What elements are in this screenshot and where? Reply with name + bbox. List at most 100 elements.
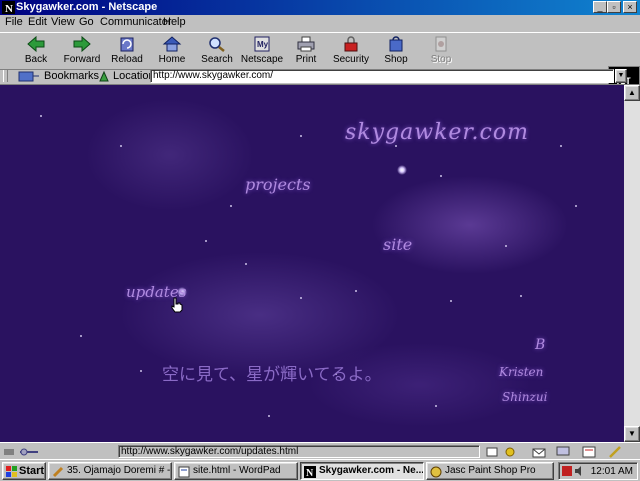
menu-file[interactable]: File	[5, 16, 23, 29]
star	[440, 175, 442, 177]
back-button[interactable]: Back	[13, 35, 59, 67]
star	[395, 145, 397, 147]
tray-app-icon[interactable]	[562, 466, 572, 476]
url-input[interactable]: http://www.skygawker.com/	[150, 69, 614, 83]
shop-button[interactable]: Shop	[373, 35, 419, 67]
bright-star	[397, 165, 407, 175]
security-button[interactable]: Security	[328, 35, 374, 67]
paint-shop-pro-icon	[430, 466, 442, 478]
task-wordpad[interactable]: site.html - WordPad	[174, 462, 298, 480]
star	[205, 240, 207, 242]
security-key-icon[interactable]	[18, 446, 40, 458]
task-label: site.html - WordPad	[193, 465, 281, 476]
hand-cursor-icon	[171, 297, 183, 313]
netscape-button[interactable]: My Netscape	[239, 35, 285, 67]
star	[40, 115, 42, 117]
back-label: Back	[24, 54, 48, 65]
task-paintshop[interactable]: Jasc Paint Shop Pro	[426, 462, 554, 480]
signature-surname: Shinzui	[502, 390, 548, 404]
vertical-scrollbar[interactable]: ▲ ▼	[624, 85, 640, 442]
component-navigator-icon[interactable]	[503, 446, 517, 458]
home-icon	[162, 36, 182, 52]
site-title: skygawker.com	[345, 120, 529, 145]
star	[230, 205, 232, 207]
svg-text:N: N	[5, 3, 13, 14]
menu-bar: File Edit View Go Communicator Help	[0, 15, 640, 31]
task-netscape[interactable]: N Skygawker.com - Ne...	[300, 462, 424, 480]
windows-logo-icon	[6, 466, 17, 477]
japanese-tagline: 空に見て、星が輝いてるよ。	[162, 365, 382, 385]
star	[520, 295, 522, 297]
scroll-up-button[interactable]: ▲	[624, 85, 640, 101]
task-label: Jasc Paint Shop Pro	[445, 465, 536, 476]
svg-text:N: N	[306, 468, 314, 478]
shopping-bag-icon	[389, 36, 403, 52]
pencil-icon[interactable]	[608, 446, 622, 458]
reload-button[interactable]: Reload	[104, 35, 150, 67]
arrow-up-icon: ▲	[628, 88, 636, 97]
forward-arrow-icon	[73, 35, 91, 53]
volume-icon[interactable]	[574, 466, 584, 476]
title-bar[interactable]: N Skygawker.com - Netscape _ ▫ ×	[0, 0, 640, 15]
star	[120, 145, 122, 147]
navigation-toolbar: Back Forward Reload Home Search My Netsc…	[0, 32, 640, 100]
printer-icon	[297, 36, 315, 52]
reload-icon	[120, 37, 134, 52]
netscape-label: Netscape	[240, 54, 284, 65]
nav-link-projects[interactable]: projects	[245, 175, 311, 194]
menu-communicator[interactable]: Communicator	[100, 16, 172, 29]
taskbar: Start 35. Ojamajo Doremi # - P... site.h…	[0, 459, 640, 481]
menu-edit[interactable]: Edit	[28, 16, 47, 29]
bookmarks-button[interactable]: Bookmarks	[44, 70, 99, 82]
forward-label: Forward	[63, 54, 101, 65]
padlock-icon	[344, 36, 358, 52]
task-ojamajo[interactable]: 35. Ojamajo Doremi # - P...	[48, 462, 172, 480]
location-toolbar: Bookmarks Location: http://www.skygawker…	[0, 68, 640, 85]
status-bar: http://www.skygawker.com/updates.html	[0, 442, 640, 460]
home-label: Home	[158, 54, 186, 65]
netscape-n-icon: N	[304, 466, 316, 478]
chevron-down-icon: ▼	[617, 72, 625, 79]
search-button[interactable]: Search	[194, 35, 240, 67]
close-button[interactable]: ×	[623, 1, 637, 13]
print-button[interactable]: Print	[283, 35, 329, 67]
shop-label: Shop	[384, 54, 408, 65]
home-button[interactable]: Home	[149, 35, 195, 67]
star	[575, 205, 577, 207]
system-tray: 12:01 AM	[558, 462, 638, 480]
star	[80, 335, 82, 337]
toolbar-grip[interactable]	[3, 70, 8, 82]
start-button[interactable]: Start	[2, 462, 46, 480]
page-content: skygawker.com projects site updates 空に見て…	[0, 85, 624, 442]
url-dropdown-button[interactable]: ▼	[615, 69, 627, 83]
minimize-button[interactable]: _	[593, 1, 607, 13]
star	[450, 300, 452, 302]
menu-help[interactable]: Help	[163, 16, 186, 29]
svg-text:My: My	[257, 40, 269, 49]
nav-link-site[interactable]: site	[383, 235, 412, 254]
status-text: http://www.skygawker.com/updates.html	[118, 445, 480, 458]
page-proxy-icon[interactable]	[97, 69, 111, 83]
paint-program-icon	[52, 466, 64, 478]
menu-go[interactable]: Go	[79, 16, 94, 29]
maximize-button[interactable]: ▫	[607, 1, 621, 13]
bookmarks-icon	[18, 71, 39, 82]
back-arrow-icon	[27, 35, 45, 53]
task-label: Skygawker.com - Ne...	[319, 465, 424, 476]
progress-icon	[486, 447, 498, 457]
search-icon	[209, 37, 225, 52]
window-title: Skygawker.com - Netscape	[16, 1, 158, 13]
composer-icon[interactable]	[582, 446, 596, 458]
connection-icon	[4, 449, 14, 455]
clock[interactable]: 12:01 AM	[591, 465, 633, 478]
star	[355, 290, 357, 292]
security-label: Security	[332, 54, 370, 65]
mailbox-icon[interactable]	[532, 446, 546, 458]
menu-view[interactable]: View	[51, 16, 75, 29]
stop-icon	[435, 36, 447, 52]
discussion-icon[interactable]	[556, 446, 570, 458]
scroll-down-button[interactable]: ▼	[624, 426, 640, 442]
start-label: Start	[19, 465, 45, 477]
stop-button[interactable]: Stop	[418, 35, 464, 67]
forward-button[interactable]: Forward	[59, 35, 105, 67]
